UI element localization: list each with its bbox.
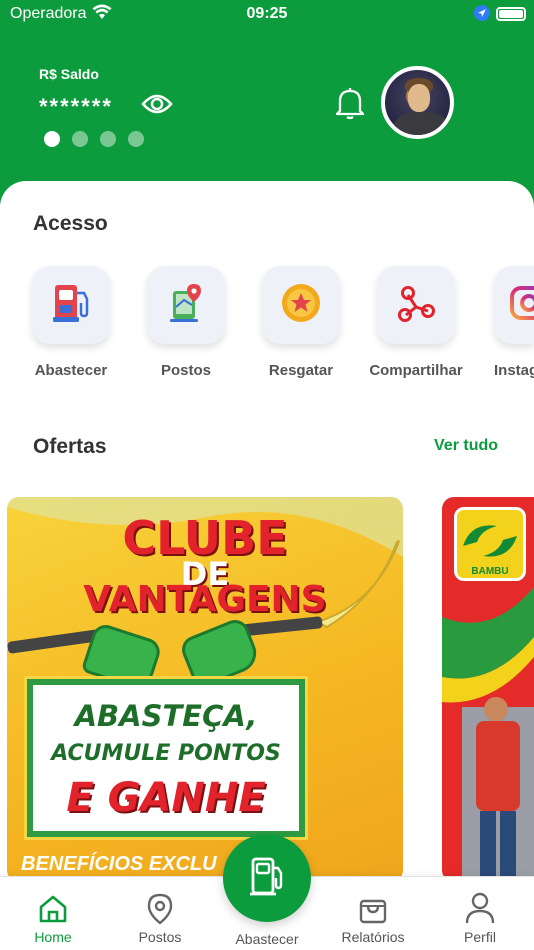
carousel-dot[interactable] (100, 131, 116, 147)
abastecer-tile[interactable] (32, 266, 110, 344)
location-arrow-icon (474, 5, 490, 26)
user-icon (435, 885, 525, 925)
offer-banner-bambu[interactable]: BAMBU (442, 497, 534, 882)
battery-icon (496, 7, 526, 21)
abastecer-fab[interactable] (223, 834, 311, 922)
acesso-title: Acesso (33, 212, 108, 235)
nav-abastecer[interactable]: Abastecer (222, 921, 312, 947)
ofertas-title: Ofertas (33, 435, 107, 458)
bambu-logo: BAMBU (454, 507, 526, 581)
carousel-dots (44, 131, 144, 147)
bambu-background-art (442, 587, 534, 882)
nav-postos[interactable]: Postos (115, 877, 205, 945)
nav-relatorios-label: Relatórios (341, 929, 405, 945)
share-icon (394, 281, 438, 330)
shopping-bag-icon (328, 885, 418, 925)
eye-icon[interactable] (141, 92, 173, 121)
instagram-tile[interactable] (494, 266, 534, 344)
banner-vantagens-text: VANTAGENS (83, 579, 327, 620)
nav-perfil-label: Perfil (464, 929, 496, 945)
status-bar: Operadora 09:25 (0, 0, 534, 28)
saldo-label: R$ Saldo (39, 66, 99, 82)
postos-tile[interactable] (147, 266, 225, 344)
nav-perfil[interactable]: Perfil (435, 877, 525, 945)
compartilhar-tile[interactable] (377, 266, 455, 344)
banner-slogan-line1: ABASTEÇA, (74, 699, 258, 733)
saldo-value: ******* (39, 94, 113, 119)
avatar[interactable] (381, 66, 454, 139)
nav-home[interactable]: Home (8, 877, 98, 945)
offer-banner-clube[interactable]: CLUBE DE VANTAGENS ABASTEÇA, ACUMULE PON… (7, 497, 403, 882)
abastecer-label: Abastecer (34, 362, 108, 379)
map-pin-icon (115, 885, 205, 925)
instagram-label: Instag (494, 362, 534, 379)
star-coin-icon (279, 281, 323, 330)
carousel-dot[interactable] (44, 131, 60, 147)
nav-abastecer-label: Abastecer (235, 931, 299, 947)
nav-relatorios[interactable]: Relatórios (328, 877, 418, 945)
home-icon (8, 885, 98, 925)
bambu-logo-text: BAMBU (471, 566, 509, 577)
banner-slogan-frame: ABASTEÇA, ACUMULE PONTOS E GANHE (24, 676, 308, 840)
map-pin-icon (164, 281, 208, 330)
fuel-pump-icon (49, 281, 93, 330)
instagram-icon (510, 283, 534, 328)
carousel-dot[interactable] (128, 131, 144, 147)
ver-tudo-link[interactable]: Ver tudo (434, 437, 498, 455)
compartilhar-label: Compartilhar (369, 362, 463, 379)
fuel-pump-icon (247, 854, 287, 903)
carousel-dot[interactable] (72, 131, 88, 147)
resgatar-label: Resgatar (268, 362, 334, 379)
bell-icon[interactable] (334, 86, 366, 125)
resgatar-tile[interactable] (262, 266, 340, 344)
banner-slogan-line2: ACUMULE PONTOS (51, 741, 281, 766)
banner-footer-text: BENEFÍCIOS EXCLU (21, 853, 217, 875)
nav-home-label: Home (34, 929, 72, 945)
postos-label: Postos (160, 362, 211, 379)
banner-slogan-line3: E GANHE (66, 775, 266, 821)
clock: 09:25 (246, 5, 288, 22)
nav-postos-label: Postos (138, 929, 182, 945)
